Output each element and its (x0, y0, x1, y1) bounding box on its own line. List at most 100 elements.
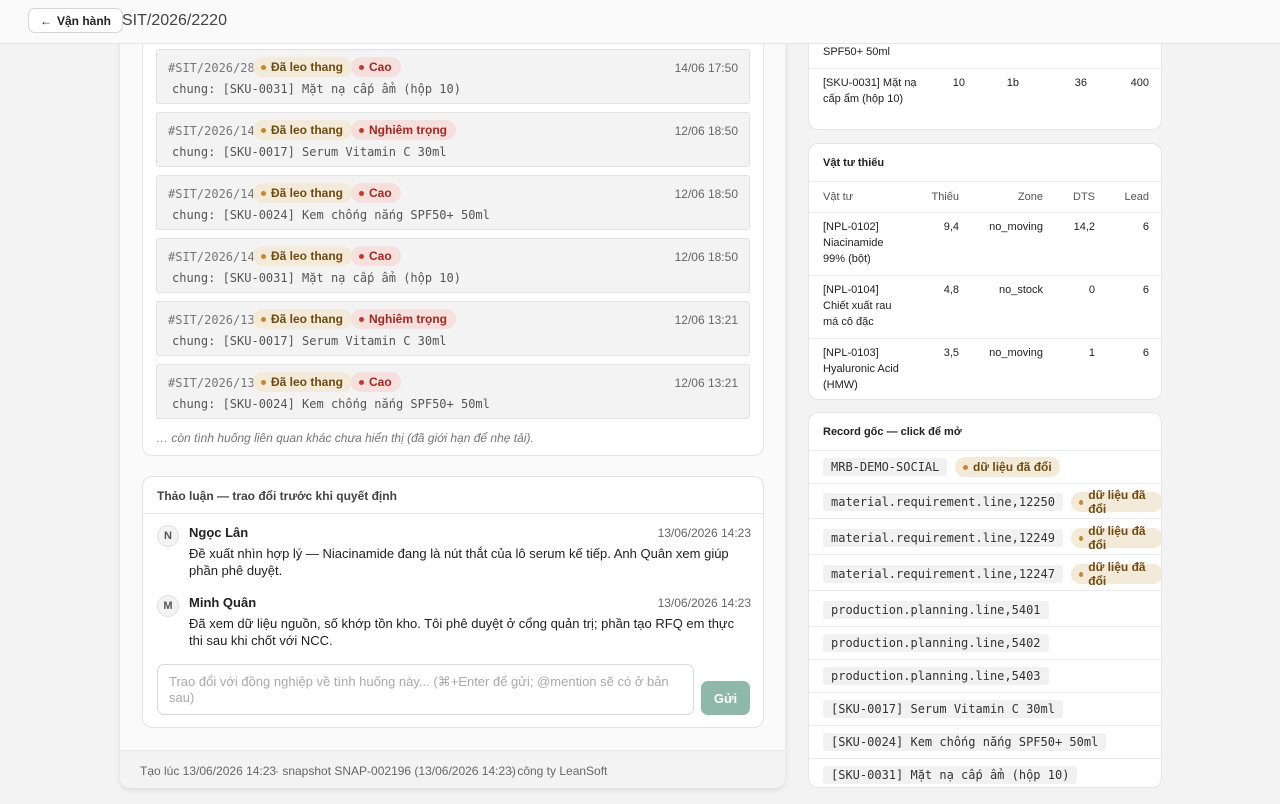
dot-icon (1079, 571, 1084, 577)
shortage-dts-cell: 0 (1088, 284, 1095, 296)
incident-row[interactable]: #SIT/2026/1352 Đã leo thang Nghiêm trọng… (156, 301, 750, 356)
comment-author: Minh Quân (189, 595, 257, 610)
data-changed-badge: dữ liệu đã đổi (1071, 560, 1161, 588)
status-badge: Đã leo thang (253, 309, 353, 329)
dot-icon (261, 127, 266, 133)
dot-icon (359, 127, 364, 133)
sku-value-cell: 1b (1006, 77, 1019, 89)
record-row[interactable]: MRB-DEMO-SOCIAL dữ liệu đã đổi (809, 451, 1161, 484)
send-button[interactable]: Gửi (701, 681, 750, 715)
shortage-item-cell: [NPL-0104] Chiết xuất rau má cô đặc (823, 284, 892, 328)
record-code[interactable]: MRB-DEMO-SOCIAL (823, 458, 948, 476)
discussion-card: Thảo luận — trao đổi trước khi quyết địn… (142, 476, 764, 728)
shortage-item-cell: [NPL-0102] Niacinamide 99% (bột) (823, 221, 884, 265)
footer-snapshot: · snapshot SNAP-002196 (13/06/2026 14:23… (275, 764, 516, 778)
record-code[interactable]: material.requirement.line,12249 (823, 529, 1063, 547)
footer-created: Tạo lúc 13/06/2026 14:23 (140, 764, 277, 778)
avatar: N (157, 525, 179, 547)
data-changed-badge: dữ liệu đã đổi (955, 457, 1060, 477)
incident-desc: chung: [SKU-0024] Kem chống nắng SPF50+ … (172, 208, 490, 222)
footer-company: · công ty LeanSoft (510, 764, 608, 778)
dot-icon (963, 464, 968, 470)
col-header-zone: Zone (1017, 191, 1043, 203)
col-header-item: Vật tư (823, 191, 853, 203)
record-code[interactable]: material.requirement.line,12247 (823, 565, 1063, 583)
shortage-zone-cell: no_moving (989, 221, 1043, 233)
record-code[interactable]: material.requirement.line,12250 (823, 493, 1063, 511)
status-badge: Đã leo thang (253, 57, 353, 77)
comment-input[interactable]: Trao đổi với đồng nghiệp về tình huống n… (157, 664, 694, 715)
record-row[interactable]: production.planning.line,5401 (809, 594, 1161, 627)
incident-time: 12/06 18:50 (674, 124, 738, 138)
dot-icon (261, 316, 266, 322)
shortage-lead-cell: 6 (1142, 221, 1149, 233)
record-code[interactable]: [SKU-0017] Serum Vitamin C 30ml (823, 700, 1063, 718)
record-row[interactable]: [SKU-0031] Mặt nạ cấp ẩm (hộp 10) (809, 759, 1161, 787)
record-row[interactable]: [SKU-0017] Serum Vitamin C 30ml (809, 693, 1161, 726)
incident-desc: chung: [SKU-0031] Mặt nạ cấp ẩm (hộp 10) (172, 271, 461, 285)
dot-icon (261, 253, 266, 259)
dot-icon (261, 190, 266, 196)
severity-badge: Cao (351, 372, 401, 392)
incident-row[interactable]: #SIT/2026/1436 Đã leo thang Cao 12/06 18… (156, 238, 750, 293)
more-incidents-note: … còn tình huống liên quan khác chưa hiể… (156, 431, 534, 445)
shortage-dts-cell: 1 (1088, 347, 1095, 359)
record-row[interactable]: material.requirement.line,12249 dữ liệu đ… (809, 522, 1161, 555)
avatar: M (157, 595, 179, 617)
comment: M Minh Quân 13/06/2026 14:23 Đã xem dữ l… (157, 595, 751, 651)
shortage-short-cell: 3,5 (943, 347, 959, 359)
comment-body: Đã xem dữ liệu nguồn, số khớp tồn kho. T… (189, 616, 735, 648)
record-code[interactable]: production.planning.line,5401 (823, 601, 1049, 619)
shortage-item-cell: [NPL-0103] Hyaluronic Acid (HMW) (823, 347, 899, 391)
dot-icon (359, 190, 364, 196)
record-row[interactable]: material.requirement.line,12247 dữ liệu đ… (809, 558, 1161, 591)
arrow-left-icon: ← (40, 13, 52, 28)
record-row[interactable]: material.requirement.line,12250 dữ liệu đ… (809, 486, 1161, 519)
sku-name-cell: [SKU-0031] Mặt nạ cấp ẩm (hộp 10) (823, 77, 917, 105)
sku-cell: SPF50+ 50ml (823, 46, 890, 58)
incident-row[interactable]: #SIT/2026/1351 Đã leo thang Cao 12/06 13… (156, 364, 750, 419)
incident-time: 12/06 13:21 (674, 313, 738, 327)
incident-desc: chung: [SKU-0024] Kem chống nắng SPF50+ … (172, 397, 490, 411)
footer: Tạo lúc 13/06/2026 14:23 · snapshot SNAP… (120, 750, 785, 788)
status-badge: Đã leo thang (253, 372, 353, 392)
shortage-short-cell: 9,4 (943, 221, 959, 233)
record-code[interactable]: [SKU-0024] Kem chống nắng SPF50+ 50ml (823, 733, 1107, 751)
incident-desc: chung: [SKU-0017] Serum Vitamin C 30ml (172, 334, 447, 348)
shortage-zone-cell: no_moving (989, 347, 1043, 359)
record-code[interactable]: production.planning.line,5402 (823, 634, 1049, 652)
record-row[interactable]: [SKU-0024] Kem chống nắng SPF50+ 50ml (809, 726, 1161, 759)
severity-badge: Cao (351, 246, 401, 266)
sku-value-cell: 10 (952, 77, 965, 89)
data-changed-badge: dữ liệu đã đổi (1071, 524, 1161, 552)
sku-value-cell: 400 (1130, 77, 1149, 89)
incident-row[interactable]: #SIT/2026/1437 Đã leo thang Cao 12/06 18… (156, 175, 750, 230)
dot-icon (359, 253, 364, 259)
severity-badge: Nghiêm trọng (351, 120, 456, 140)
shortage-lead-cell: 6 (1142, 284, 1149, 296)
back-button[interactable]: ← Vận hành (28, 8, 124, 33)
record-code[interactable]: [SKU-0031] Mặt nạ cấp ẩm (hộp 10) (823, 766, 1078, 784)
status-badge: Đã leo thang (253, 120, 353, 140)
record-code[interactable]: production.planning.line,5403 (823, 667, 1049, 685)
incident-desc: chung: [SKU-0031] Mặt nạ cấp ẩm (hộp 10) (172, 82, 461, 96)
sku-value-cell: 36 (1074, 77, 1087, 89)
shortage-card: Vật tư thiếu Vật tư Thiếu Zone DTS Lead … (808, 143, 1162, 400)
incident-row[interactable]: #SIT/2026/2887 Đã leo thang Cao 14/06 17… (156, 49, 750, 104)
col-header-lead: Lead (1124, 191, 1149, 203)
related-incidents-card: #SIT/2026/2887 Đã leo thang Cao 14/06 17… (142, 0, 764, 456)
incident-desc: chung: [SKU-0017] Serum Vitamin C 30ml (172, 145, 447, 159)
comment-time: 13/06/2026 14:23 (657, 596, 751, 610)
incident-row[interactable]: #SIT/2026/1438 Đã leo thang Nghiêm trọng… (156, 112, 750, 167)
page-title: SIT/2026/2220 (122, 12, 227, 29)
back-button-label: Vận hành (57, 13, 112, 28)
shortage-dts-cell: 14,2 (1073, 221, 1095, 233)
record-row[interactable]: production.planning.line,5403 (809, 660, 1161, 693)
comment-author: Ngọc Lân (189, 525, 249, 540)
discussion-title: Thảo luận — trao đổi trước khi quyết địn… (143, 477, 763, 514)
record-row[interactable]: production.planning.line,5402 (809, 627, 1161, 660)
incident-time: 12/06 18:50 (674, 187, 738, 201)
incident-time: 14/06 17:50 (674, 61, 738, 75)
data-changed-badge: dữ liệu đã đổi (1071, 488, 1161, 516)
shortage-short-cell: 4,8 (943, 284, 959, 296)
